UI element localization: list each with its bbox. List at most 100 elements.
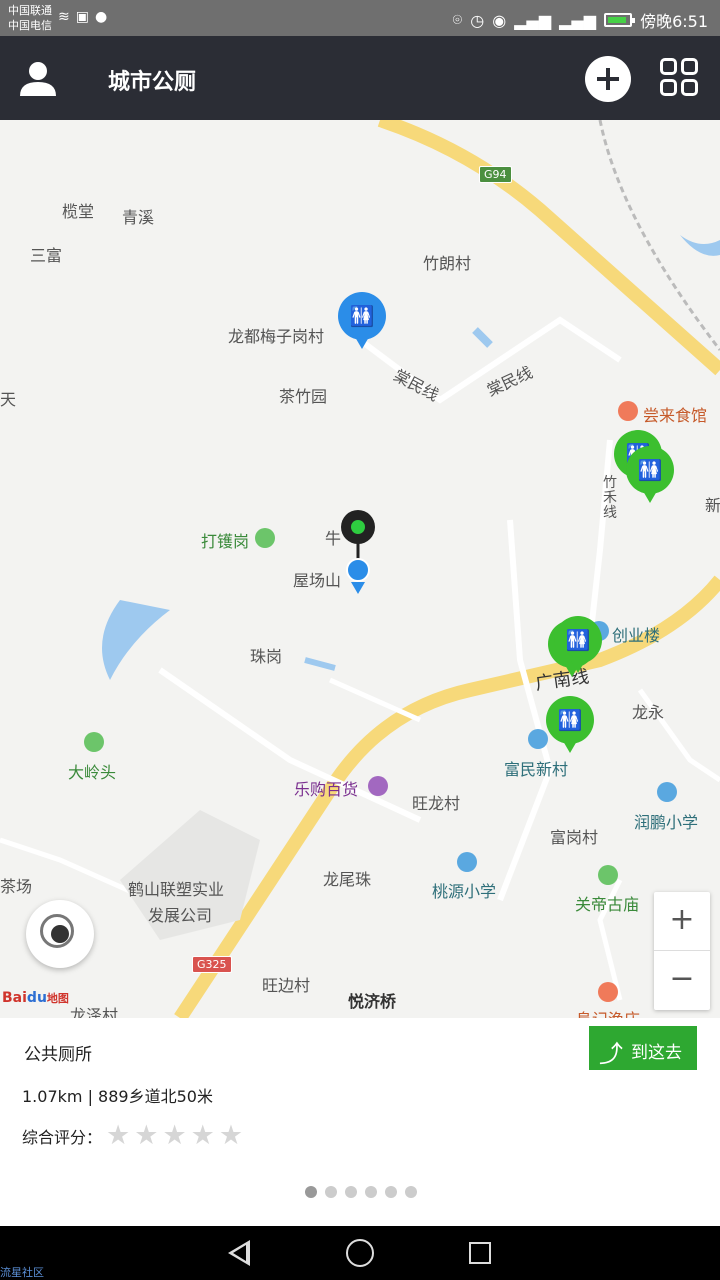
route-icon: ⤴	[599, 1041, 623, 1068]
road-label: 竹禾线	[603, 475, 617, 521]
place-label: 旺龙村	[412, 794, 461, 813]
residence-icon	[528, 729, 548, 749]
notification-icons: ≋ ▣ ●	[58, 9, 107, 25]
navigate-button[interactable]: ⤴ 到这去	[589, 1026, 697, 1070]
place-label[interactable]: 桃源小学	[432, 878, 496, 902]
alarm-icon: ◷	[470, 10, 485, 30]
place-label: 珠岗	[250, 647, 283, 666]
back-icon[interactable]	[228, 1240, 250, 1266]
distance-text: 1.07km | 889乡道北50米	[22, 1087, 213, 1106]
shop-icon	[368, 776, 388, 796]
toilet-pin[interactable]: 🚻	[338, 292, 386, 349]
place-label: 龙尾珠	[323, 870, 372, 889]
place-label: 竹朗村	[423, 254, 472, 273]
place-label: 龙泽村	[70, 1006, 119, 1018]
temple-icon	[598, 865, 618, 885]
signal-icon: ▂▄▆	[514, 10, 552, 30]
place-label[interactable]: 大岭头	[68, 759, 116, 783]
rating-stars: ★ ★ ★ ★ ★	[106, 1122, 243, 1149]
rating-row: 综合评分： ★ ★ ★ ★ ★	[22, 1122, 243, 1149]
carrier-2: 中国电信	[8, 19, 52, 32]
star-icon: ★	[134, 1120, 159, 1151]
place-label: 发展公司	[148, 906, 213, 925]
star-icon: ★	[162, 1120, 187, 1151]
add-button[interactable]	[585, 56, 631, 102]
place-label[interactable]: 打镬岗	[201, 528, 249, 552]
toilet-icon: 🚻	[565, 628, 591, 652]
navigate-label: 到这去	[631, 1043, 682, 1062]
page-dot[interactable]	[405, 1186, 417, 1198]
battery-icon	[604, 13, 636, 27]
poi-title: 公共厕所	[24, 1045, 92, 1065]
star-icon: ★	[106, 1120, 131, 1151]
toilet-pin[interactable]: 🚻	[546, 696, 594, 753]
toilet-icon: 🚻	[557, 708, 583, 732]
wifi-icon: ≋	[58, 9, 70, 25]
place-label: 茶场	[0, 877, 33, 896]
baidu-logo-text: 地图	[46, 992, 69, 1005]
restaurant-icon	[598, 982, 618, 1002]
restaurant-icon	[618, 401, 638, 421]
school-icon	[457, 852, 477, 872]
place-label: 青溪	[122, 208, 155, 227]
watermark: 流星社区	[0, 1266, 44, 1279]
place-label[interactable]: 富民新村	[504, 756, 568, 780]
place-label: 新	[705, 496, 720, 515]
status-bar: 中国联通 中国电信 ≋ ▣ ● ⌾ ◷ ◉ ▂▄▆ ▂▄▆ 傍晚6:51	[0, 0, 720, 36]
app-header: 城市公厕	[0, 36, 720, 120]
highway-g94-label: G94	[479, 166, 512, 183]
place-label: 富岗村	[550, 828, 599, 847]
place-label[interactable]: 润鹏小学	[634, 809, 698, 833]
shop-label[interactable]: 乐购百货	[294, 776, 358, 800]
chat-icon: ●	[94, 9, 108, 25]
page-indicator	[305, 1186, 417, 1198]
place-label[interactable]: 关帝古庙	[575, 891, 639, 915]
location-icon: ⌾	[452, 10, 463, 29]
rating-label: 综合评分：	[22, 1127, 103, 1147]
place-label: 龙永	[632, 703, 665, 722]
toilet-pin[interactable]: 🚻	[626, 446, 674, 503]
system-nav-bar: 流星社区	[0, 1226, 720, 1280]
place-label: 旺边村	[262, 976, 311, 995]
place-label: 三富	[30, 246, 63, 265]
page-dot[interactable]	[345, 1186, 357, 1198]
eye-icon: ◉	[492, 10, 507, 30]
school-icon	[657, 782, 677, 802]
recent-apps-icon[interactable]	[469, 1242, 491, 1264]
clock-text: 傍晚6:51	[640, 12, 708, 31]
place-label: 天	[0, 390, 17, 409]
zoom-in-button[interactable]: +	[654, 892, 710, 951]
carrier-1: 中国联通	[8, 4, 52, 17]
page-dot[interactable]	[385, 1186, 397, 1198]
page-dot[interactable]	[325, 1186, 337, 1198]
page-dot[interactable]	[305, 1186, 317, 1198]
star-icon: ★	[218, 1120, 244, 1151]
star-icon: ★	[190, 1120, 215, 1151]
baidu-logo-text: du	[26, 990, 47, 1006]
home-icon[interactable]	[346, 1239, 374, 1267]
locate-button[interactable]	[26, 900, 94, 968]
mountain-icon	[84, 732, 104, 752]
info-panel: 公共厕所 ⤴ 到这去 1.07km | 889乡道北50米 综合评分： ★ ★ ★ ★…	[0, 1018, 720, 1226]
toilet-icon: 🚻	[349, 304, 375, 328]
place-label: 悦济桥	[348, 992, 397, 1011]
user-icon[interactable]	[18, 58, 58, 98]
restaurant-label[interactable]: 尝来食馆	[643, 402, 707, 426]
zoom-out-button[interactable]: −	[654, 951, 710, 1010]
restaurant-label[interactable]: 阜记渔庄	[576, 1006, 640, 1018]
place-label[interactable]: 创业楼	[612, 622, 660, 646]
place-label: 龙都梅子岗村	[228, 327, 325, 346]
baidu-logo-text: Bai	[2, 990, 27, 1006]
grid-menu-button[interactable]	[660, 58, 700, 98]
toilet-icon: 🚻	[637, 458, 663, 482]
place-label: 茶竹园	[279, 387, 328, 406]
place-label: 鹤山联塑实业	[128, 880, 225, 899]
place-label: 榄堂	[62, 202, 95, 221]
baidu-logo: Baidu地图	[2, 990, 69, 1006]
page-dot[interactable]	[365, 1186, 377, 1198]
map-view[interactable]: G94 G325 榄堂 青溪 三富 竹朗村 龙都梅子岗村 棠民线 棠民线 茶竹园…	[0, 120, 720, 1018]
toilet-pin[interactable]: 🚻	[554, 616, 602, 673]
place-label: 屋场山	[293, 571, 342, 590]
zoom-control: + −	[654, 892, 710, 1010]
app-icon: ▣	[75, 9, 89, 25]
